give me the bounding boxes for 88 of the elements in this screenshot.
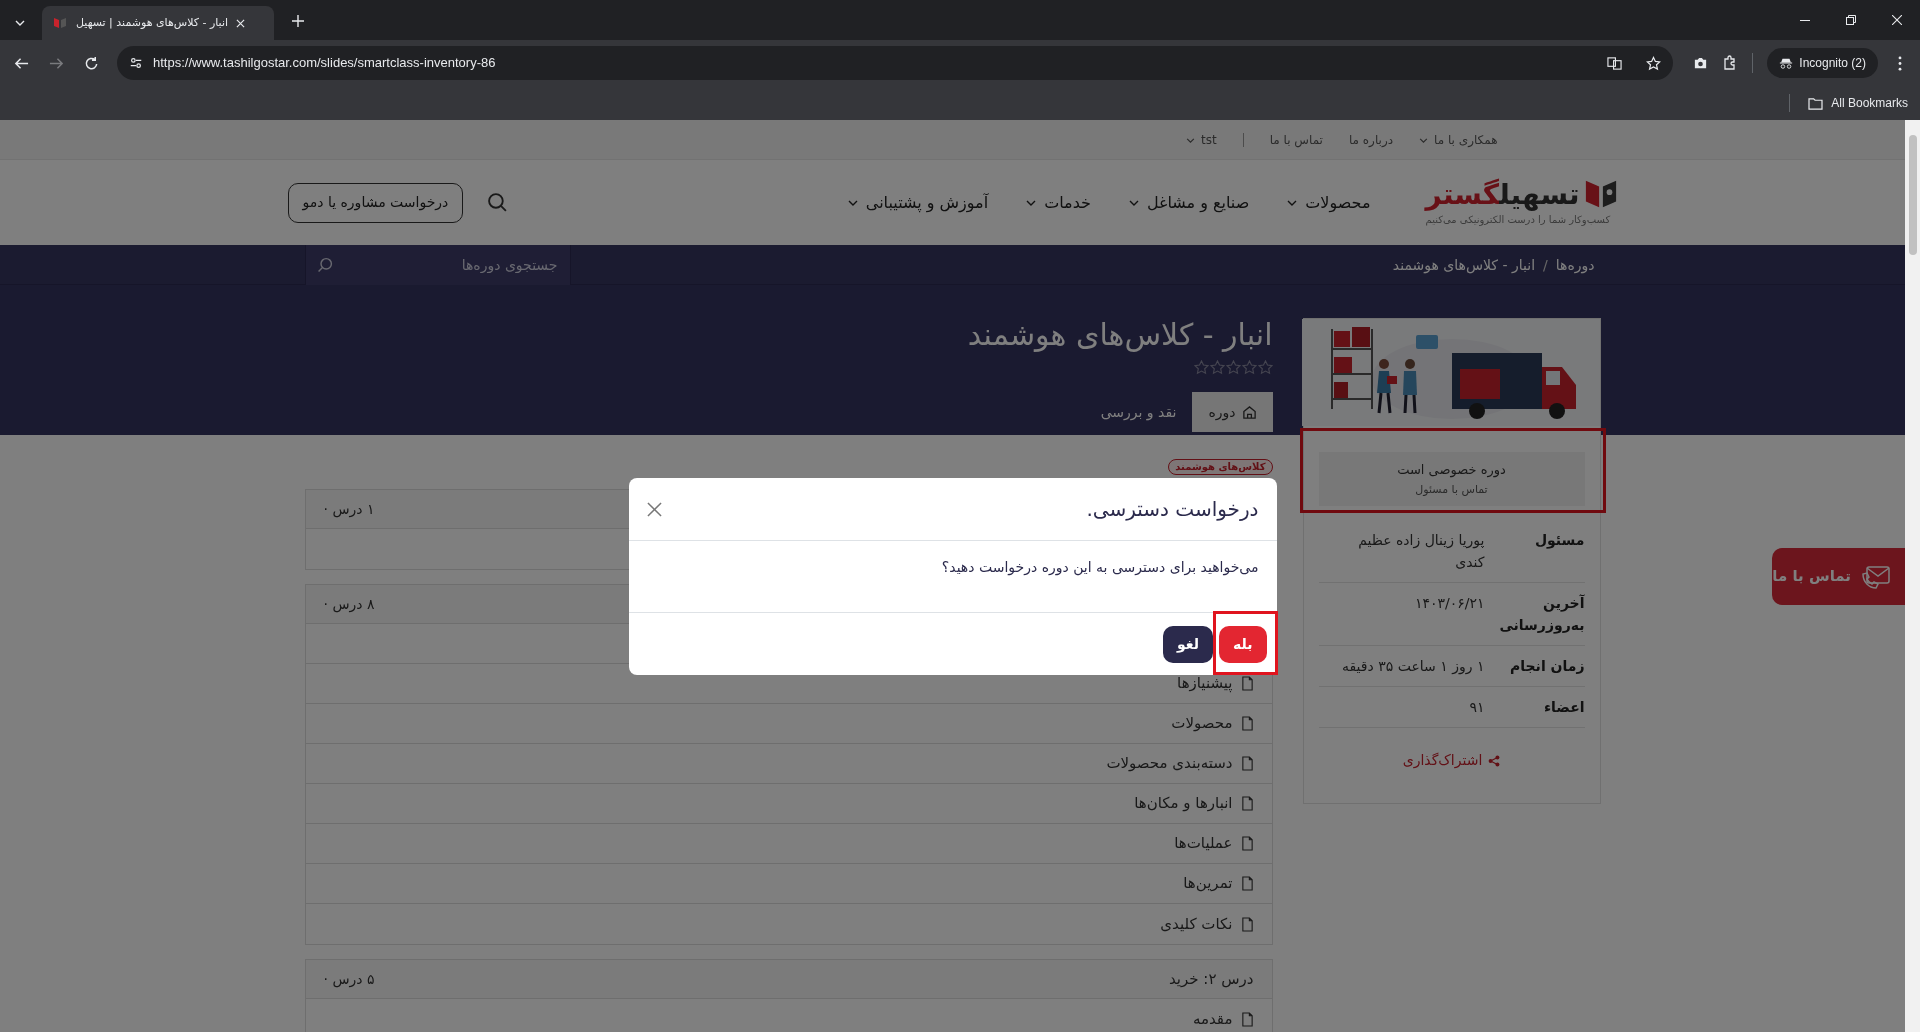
lesson-row[interactable]: محصولات [305, 704, 1272, 744]
translate-icon[interactable] [1607, 55, 1623, 71]
lesson-count: ۱ درس · [323, 499, 375, 520]
private-course-text: دوره خصوصی است [1397, 461, 1506, 480]
contact-owner-link[interactable]: تماس با مسئول [1415, 481, 1488, 498]
file-icon [1240, 876, 1254, 891]
browser-tab[interactable]: انبار - کلاس‌های هوشمند | تسهیل [42, 6, 274, 40]
scrollbar[interactable] [1905, 120, 1920, 1032]
file-icon [1240, 716, 1254, 731]
empty-star-icon [1193, 360, 1209, 375]
bookmark-star-icon[interactable] [1646, 55, 1662, 71]
new-tab-icon[interactable] [292, 15, 304, 27]
file-icon [1240, 836, 1254, 851]
file-icon [1240, 676, 1254, 691]
lesson-row[interactable]: نکات کلیدی [305, 904, 1272, 944]
restore-icon[interactable] [1846, 15, 1856, 25]
tab-title: انبار - کلاس‌های هوشمند | تسهیل [76, 14, 228, 31]
info-label: زمان انجام [1509, 657, 1585, 676]
file-icon [1240, 796, 1254, 811]
lesson-row[interactable]: عملیات‌ها [305, 824, 1272, 864]
topbar-link[interactable]: همکاری با ما [1419, 131, 1498, 149]
breadcrumb-link[interactable]: انبار - کلاس‌های هوشمند [1392, 254, 1536, 276]
dialog-title: درخواست دسترسی. [1086, 496, 1259, 523]
section-header[interactable]: درس ۲: خرید ۵ درس · [305, 960, 1272, 999]
confirm-button[interactable]: بله [1219, 625, 1267, 663]
close-tab-icon[interactable] [236, 18, 245, 28]
nav-link[interactable]: آموزش و پشتیبانی [847, 190, 989, 215]
info-value: ۱ روز ۱ ساعت ۳۵ دقیقه [1341, 657, 1485, 677]
nav-link[interactable]: محصولات [1287, 190, 1371, 215]
file-icon [1240, 756, 1254, 771]
site-settings-icon[interactable] [129, 56, 143, 70]
site-logo-icon [52, 15, 68, 31]
info-value: ۱۴۰۳/۰۶/۲۱ [1413, 594, 1485, 613]
menu-icon[interactable] [1898, 55, 1902, 71]
all-bookmarks-button[interactable]: All Bookmarks [1808, 94, 1908, 112]
breadcrumb-link[interactable]: دوره‌ها [1555, 254, 1595, 276]
breadcrumb-separator: / [1543, 255, 1548, 275]
address-bar[interactable]: https://www.tashilgostar.com/slides/smartclass-inventory-86 [117, 46, 1674, 80]
home-icon [1241, 404, 1257, 420]
course-tab[interactable]: دوره [1192, 392, 1273, 432]
mail-phone-icon [1861, 563, 1891, 590]
lesson-row[interactable]: تمرین‌ها [305, 864, 1272, 904]
lesson-count: ۸ درس · [323, 594, 375, 615]
nav-link[interactable]: خدمات [1026, 190, 1091, 215]
reload-icon[interactable] [84, 55, 99, 71]
lesson-row[interactable]: مقدمه [305, 999, 1272, 1032]
empty-star-icon [1209, 360, 1225, 375]
course-tab[interactable]: نقد و بررسی [1084, 392, 1193, 432]
course-search-field[interactable]: جستجوی دوره‌ها [304, 245, 571, 285]
info-value: پوریا زینال زاده عظیم کندی [1357, 531, 1485, 572]
info-label: مسئول [1533, 531, 1585, 551]
scrollbar-thumb[interactable] [1908, 135, 1917, 255]
topbar-link[interactable]: tst [1185, 131, 1217, 149]
info-label: آخرین به‌روزرسانی [1498, 593, 1585, 636]
empty-star-icon [1257, 360, 1273, 375]
cancel-button[interactable]: لغو [1163, 625, 1214, 663]
file-icon [1240, 916, 1254, 932]
share-link[interactable]: اشتراک‌گذاری [1402, 750, 1501, 771]
url-text: https://www.tashilgostar.com/slides/smartclass-inventory-86 [153, 54, 497, 73]
topbar-link[interactable]: درباره ما [1348, 131, 1394, 149]
folder-icon [1808, 96, 1824, 110]
course-title: انبار - کلاس‌های هوشمند [966, 316, 1273, 354]
topbar-link[interactable]: تماس با ما [1269, 131, 1323, 149]
nav-link[interactable]: صنایع و مشاغل [1128, 190, 1250, 215]
share-icon [1488, 754, 1501, 767]
incognito-button[interactable]: Incognito (2) [1767, 48, 1878, 78]
search-icon[interactable] [487, 192, 509, 213]
close-icon[interactable] [646, 501, 662, 517]
lesson-row[interactable]: انبارها و مکان‌ها [305, 784, 1272, 824]
empty-star-icon [1241, 360, 1257, 375]
file-icon [1240, 1011, 1254, 1027]
empty-star-icon [1225, 360, 1241, 375]
lesson-count: ۵ درس · [323, 969, 375, 990]
tab-list-icon[interactable] [15, 20, 25, 26]
category-tag: کلاس‌های هوشمند [1168, 459, 1273, 475]
search-icon[interactable] [316, 257, 333, 273]
info-value: ۹۱ [1468, 698, 1485, 717]
incognito-icon [1779, 56, 1794, 70]
lesson-row[interactable]: دسته‌بندی محصولات [305, 744, 1272, 784]
section-title: درس ۲: خرید [1169, 968, 1254, 990]
camera-icon[interactable] [1693, 55, 1709, 71]
contact-us-button[interactable]: تماس با ما [1772, 548, 1905, 605]
minimize-icon[interactable] [1800, 19, 1810, 21]
info-label: اعضاء [1542, 698, 1585, 717]
dialog-message: می‌خواهید برای دسترسی به این دوره درخواست دهید؟ [940, 558, 1259, 578]
close-window-icon[interactable] [1892, 15, 1902, 25]
site-logo[interactable]: تسهیلگستر کسب‌وکار شما را درست الکترونیکی می‌کنیم [1425, 178, 1618, 227]
demo-request-button[interactable]: درخواست مشاوره یا دمو [287, 182, 464, 223]
